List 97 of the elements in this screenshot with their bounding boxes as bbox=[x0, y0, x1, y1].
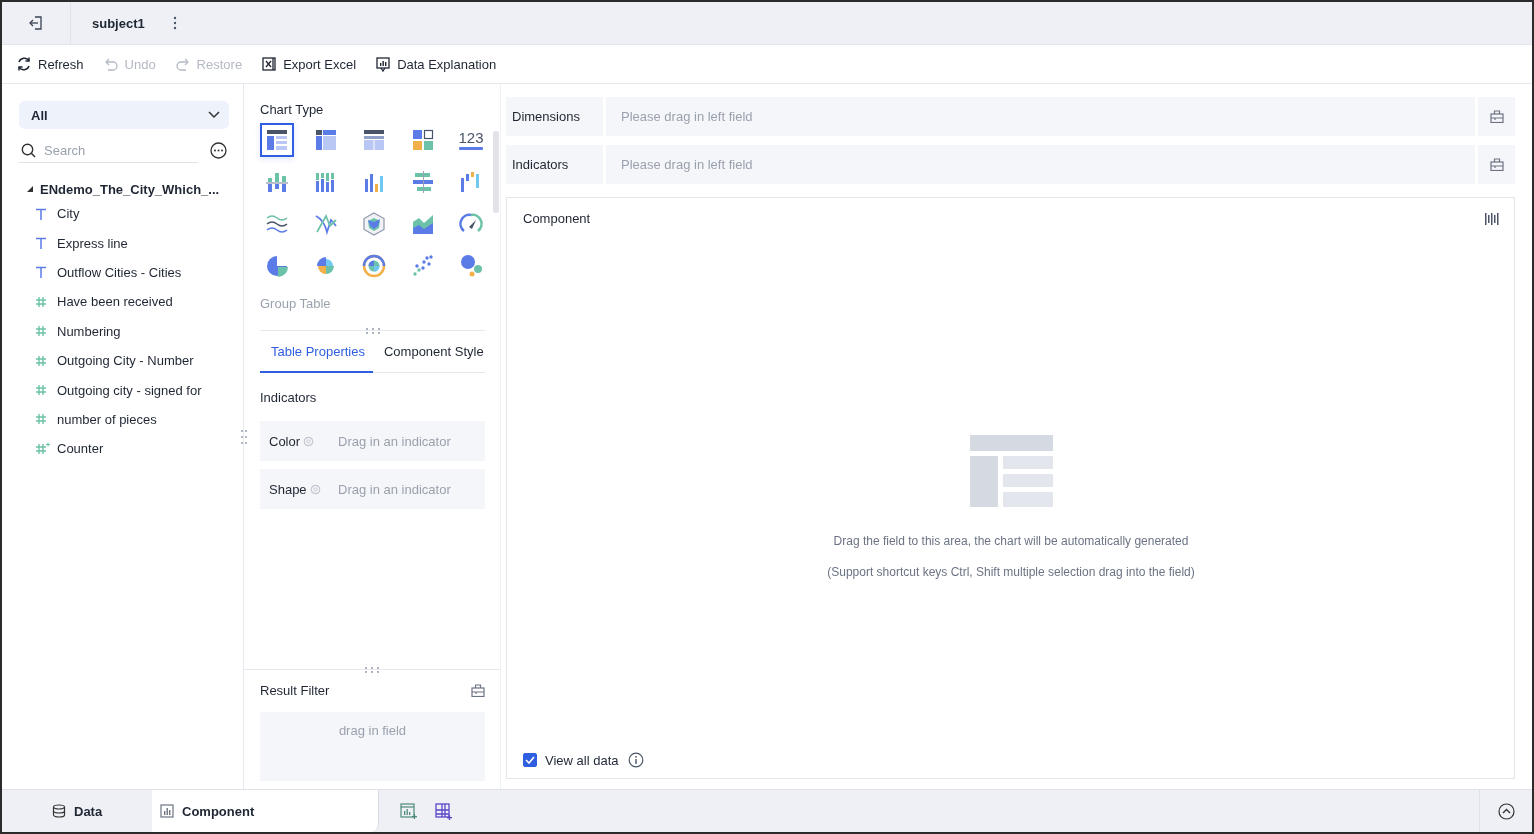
tab[interactable]: Component bbox=[152, 790, 379, 832]
add-table-icon bbox=[435, 802, 452, 820]
bubble-chart-icon bbox=[459, 254, 483, 278]
tab[interactable]: Data bbox=[42, 790, 152, 832]
checkbox[interactable] bbox=[523, 753, 537, 767]
database-icon bbox=[52, 804, 66, 818]
drop-prompt: drag in field bbox=[338, 723, 407, 740]
resize-handle-icon bbox=[365, 328, 380, 334]
field-item[interactable]: number of pieces bbox=[19, 404, 229, 435]
slot-label: Color bbox=[269, 433, 301, 449]
drop-prompt: Drag in an indicator bbox=[338, 481, 451, 497]
search-field[interactable]: Search bbox=[44, 142, 184, 158]
chart-type-button[interactable] bbox=[260, 123, 294, 157]
back-button[interactable] bbox=[28, 15, 44, 31]
drop-zone[interactable]: Shape Drag in an indicator bbox=[260, 469, 485, 509]
section-title: Indicators bbox=[260, 390, 318, 405]
expanded-triangle-icon bbox=[27, 185, 34, 193]
slot-label: Shape bbox=[269, 481, 307, 497]
number-type-icon bbox=[35, 354, 47, 367]
resize-handle-icon bbox=[365, 667, 379, 673]
number-type-icon bbox=[35, 295, 47, 308]
collapse-button[interactable] bbox=[1497, 802, 1515, 820]
chart-type-button[interactable]: 123 bbox=[454, 123, 488, 157]
drop-zone[interactable]: Color Drag in an indicator bbox=[260, 421, 485, 461]
chart-switch-button[interactable] bbox=[1484, 211, 1499, 226]
toolbox-icon bbox=[471, 684, 485, 697]
scrollbar[interactable] bbox=[493, 131, 499, 213]
number-type-icon bbox=[35, 413, 47, 426]
add-chart-icon bbox=[400, 802, 417, 820]
number-type-icon bbox=[35, 325, 47, 338]
field-item[interactable]: Express line bbox=[19, 228, 229, 258]
tab[interactable]: Component Style bbox=[372, 331, 492, 373]
shelf-label: Dimensions bbox=[506, 97, 603, 136]
chevron-down-icon bbox=[208, 111, 220, 119]
data-filter-dropdown[interactable]: All bbox=[19, 101, 229, 129]
refresh-icon bbox=[16, 56, 32, 72]
line-chart-icon bbox=[265, 212, 289, 236]
shelf-settings-button[interactable] bbox=[1478, 145, 1515, 184]
area-chart-icon bbox=[410, 212, 435, 236]
field-item[interactable]: Outflow Cities - Cities bbox=[19, 257, 229, 288]
info-icon bbox=[628, 752, 645, 768]
more-options-button[interactable] bbox=[210, 142, 227, 159]
chevron-up-circle-icon bbox=[1497, 802, 1515, 820]
horizontal-bar-chart-icon bbox=[410, 170, 435, 194]
chart-icon bbox=[160, 804, 174, 818]
block-chart-icon bbox=[410, 128, 435, 152]
excel-button[interactable]: Export Excel bbox=[261, 56, 357, 72]
line-chart-icon bbox=[313, 212, 338, 236]
section-title: Result Filter bbox=[260, 683, 330, 698]
empty-hint: Drag the field to this area, the chart will be automatically generated bbox=[833, 534, 1189, 548]
stacked-bar-chart-icon bbox=[265, 170, 289, 194]
field-item[interactable]: Counter bbox=[19, 434, 229, 464]
empty-hint: (Support shortcut keys Ctrl, Shift multiple selection drag into the field) bbox=[827, 565, 1195, 579]
toolbox-icon bbox=[1489, 110, 1504, 123]
shelf-label: Indicators bbox=[506, 145, 603, 184]
section-title: Chart Type bbox=[260, 102, 325, 117]
toolbox-icon bbox=[1489, 158, 1504, 171]
redo-icon bbox=[174, 56, 191, 72]
document-title: subject1 bbox=[92, 15, 145, 31]
check-icon bbox=[525, 756, 535, 764]
tab[interactable]: Table Properties bbox=[260, 331, 373, 373]
barcode-like-icon bbox=[1484, 211, 1499, 226]
chart-icon bbox=[375, 56, 392, 72]
scatter-chart-icon bbox=[410, 254, 435, 278]
more-icon bbox=[172, 16, 177, 30]
shelf-settings-button[interactable] bbox=[1478, 97, 1515, 136]
more-icon bbox=[210, 142, 227, 159]
table-icon bbox=[313, 128, 338, 152]
search-icon bbox=[21, 142, 36, 158]
dataset-node[interactable]: ENdemo_The_City_Which_... bbox=[19, 179, 229, 199]
selected-chart-name: Group Table bbox=[260, 296, 332, 311]
exit-icon bbox=[28, 15, 44, 31]
checkbox-label: View all data bbox=[545, 752, 619, 768]
table-icon bbox=[362, 128, 386, 152]
field-item[interactable]: Have been received bbox=[19, 287, 229, 317]
field-item[interactable]: Outgoing city - signed for bbox=[19, 375, 229, 405]
spreadsheet-icon bbox=[261, 56, 278, 72]
drag-handle-icon bbox=[241, 430, 247, 444]
calculated-number-icon bbox=[35, 442, 50, 456]
table-icon bbox=[265, 128, 289, 152]
radar-chart-icon bbox=[362, 212, 386, 236]
number-type-icon bbox=[35, 384, 47, 397]
text-type-icon bbox=[35, 266, 47, 279]
field-item[interactable]: Outgoing City - Number bbox=[19, 345, 229, 376]
sunburst-chart-icon bbox=[362, 254, 386, 278]
field-item[interactable]: Numbering bbox=[19, 316, 229, 346]
field-item[interactable]: City bbox=[19, 199, 229, 229]
pie-chart-icon bbox=[265, 254, 289, 278]
settings-icon bbox=[309, 483, 321, 495]
text-type-icon bbox=[35, 237, 47, 250]
filter-settings-button[interactable] bbox=[471, 684, 485, 697]
drop-prompt: Drag in an indicator bbox=[338, 433, 451, 449]
text-type-icon bbox=[35, 207, 47, 220]
settings-icon bbox=[303, 435, 315, 447]
refresh-button[interactable]: Refresh bbox=[16, 56, 84, 72]
card-title: Component bbox=[523, 211, 591, 226]
explain-button[interactable]: Data Explanation bbox=[375, 56, 497, 72]
